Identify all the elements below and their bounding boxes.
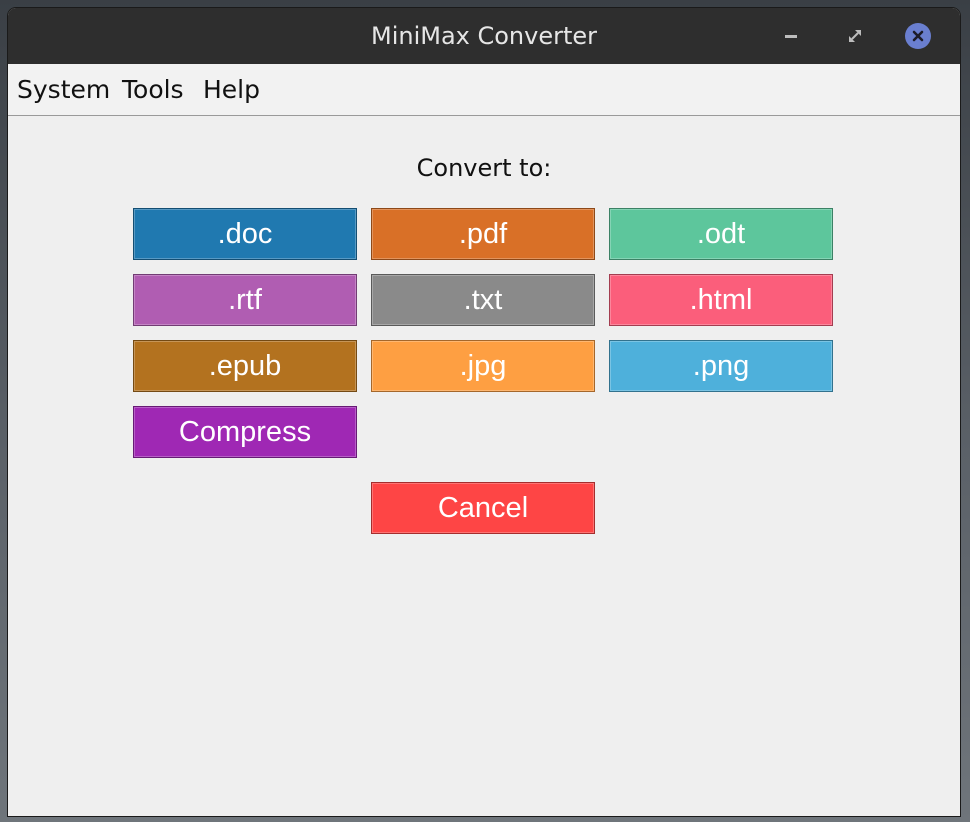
- menu-bar: System Tools Help: [8, 64, 960, 116]
- minimize-icon: [785, 35, 797, 38]
- convert-epub-button[interactable]: .epub: [133, 340, 357, 392]
- convert-heading: Convert to:: [416, 154, 552, 182]
- convert-pdf-button[interactable]: .pdf: [371, 208, 595, 260]
- convert-png-button[interactable]: .png: [609, 340, 833, 392]
- convert-txt-button[interactable]: .txt: [371, 274, 595, 326]
- close-button-circle: [905, 23, 931, 49]
- menu-tools[interactable]: Tools: [122, 64, 184, 115]
- app-window: MiniMax Converter System Tools Help Conv…: [8, 8, 960, 816]
- cancel-button[interactable]: Cancel: [371, 482, 595, 534]
- maximize-button[interactable]: [841, 22, 869, 50]
- close-button[interactable]: [904, 22, 932, 50]
- menu-system[interactable]: System: [17, 64, 110, 115]
- window-title: MiniMax Converter: [370, 22, 598, 50]
- title-bar[interactable]: MiniMax Converter: [8, 8, 960, 64]
- convert-odt-button[interactable]: .odt: [609, 208, 833, 260]
- maximize-icon: [849, 30, 861, 42]
- minimize-button[interactable]: [777, 22, 805, 50]
- convert-html-button[interactable]: .html: [609, 274, 833, 326]
- menu-help[interactable]: Help: [203, 64, 260, 115]
- convert-jpg-button[interactable]: .jpg: [371, 340, 595, 392]
- convert-doc-button[interactable]: .doc: [133, 208, 357, 260]
- convert-rtf-button[interactable]: .rtf: [133, 274, 357, 326]
- compress-button[interactable]: Compress: [133, 406, 357, 458]
- close-icon: [912, 30, 924, 42]
